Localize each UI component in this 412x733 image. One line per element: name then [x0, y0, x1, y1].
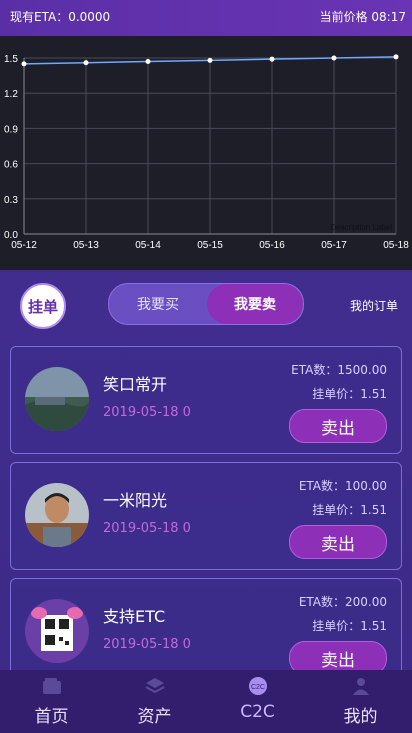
post-order-button[interactable]: 挂单 [20, 283, 66, 329]
eta-balance: 现有ETA：0.0000 [10, 10, 111, 24]
order-price: 挂单价：1.51 [312, 619, 387, 633]
tab-label: 首页 [34, 707, 69, 727]
order-card: 支持ETC 2019-05-18 0 ETA数：200.00 挂单价：1.51 … [10, 578, 402, 678]
order-quantity: ETA数：1500.00 [291, 363, 387, 377]
data-point [83, 60, 89, 66]
avatar [25, 367, 89, 431]
order-card: 一米阳光 2019-05-18 0 ETA数：100.00 挂单价：1.51 卖… [10, 462, 402, 570]
status-right: 当前价格 08:17 [319, 10, 406, 24]
seller-name: 支持ETC [103, 607, 166, 626]
order-date: 2019-05-18 0 [103, 521, 191, 536]
x-tick-label: 05-12 [11, 240, 37, 251]
data-point [331, 55, 337, 61]
tab-buy[interactable]: 我要买 [109, 284, 207, 324]
x-tick-label: 05-16 [259, 240, 285, 251]
order-price: 挂单价：1.51 [312, 503, 387, 517]
data-point [145, 59, 151, 65]
sell-button[interactable]: 卖出 [289, 525, 387, 559]
y-tick-label: 0.6 [4, 160, 18, 171]
tab-home[interactable]: 首页 [0, 670, 103, 733]
data-point [269, 56, 275, 62]
y-tick-label: 0.9 [4, 124, 18, 135]
avatar [25, 483, 89, 547]
order-price: 挂单价：1.51 [312, 387, 387, 401]
c2c-icon: C2C [248, 677, 267, 695]
status-bar: 现有ETA：0.0000 当前价格 08:17 [0, 0, 412, 36]
svg-text:C2C: C2C [250, 684, 264, 691]
order-date: 2019-05-18 0 [103, 405, 191, 420]
tab-sell[interactable]: 我要卖 [207, 284, 303, 324]
x-tick-label: 05-14 [135, 240, 161, 251]
tab-label: 资产 [137, 707, 172, 727]
x-tick-label: 05-15 [197, 240, 223, 251]
order-quantity: ETA数：200.00 [298, 595, 387, 609]
seller-name: 一米阳光 [103, 491, 168, 510]
tab-mine[interactable]: 我的 [309, 670, 412, 733]
x-tick-label: 05-13 [73, 240, 99, 251]
tab-label: 我的 [343, 707, 378, 727]
y-tick-label: 1.5 [4, 54, 18, 65]
bottom-tab-bar: 首页 资产 C2C C2C 我的 [0, 670, 412, 733]
description-label: Description Label [330, 223, 392, 232]
order-quantity: ETA数：100.00 [298, 479, 387, 493]
layers-icon [145, 678, 164, 694]
y-tick-label: 1.2 [4, 89, 18, 100]
wallet-icon [42, 678, 61, 694]
sell-button[interactable]: 卖出 [289, 409, 387, 443]
seller-name: 笑口常开 [103, 375, 168, 394]
tab-assets[interactable]: 资产 [103, 670, 206, 733]
avatar [25, 599, 89, 663]
data-point [207, 57, 213, 63]
data-point [21, 61, 27, 67]
y-tick-label: 0.3 [4, 195, 18, 206]
order-date: 2019-05-18 0 [103, 637, 191, 652]
x-tick-label: 05-17 [321, 240, 347, 251]
price-chart: 0.0 0.3 0.6 0.9 1.2 1.5 05-12 05-13 05-14 05-15 05… [0, 36, 412, 270]
person-icon [352, 678, 369, 695]
buy-sell-toggle: 我要买 我要卖 [108, 283, 304, 325]
tab-label: C2C [240, 702, 275, 722]
order-card: 笑口常开 2019-05-18 0 ETA数：1500.00 挂单价：1.51 … [10, 346, 402, 454]
x-tick-label: 05-18 [383, 240, 409, 251]
tab-c2c[interactable]: C2C C2C [206, 670, 309, 733]
my-orders-link[interactable]: 我的订单 [350, 297, 398, 314]
data-point [393, 54, 399, 60]
